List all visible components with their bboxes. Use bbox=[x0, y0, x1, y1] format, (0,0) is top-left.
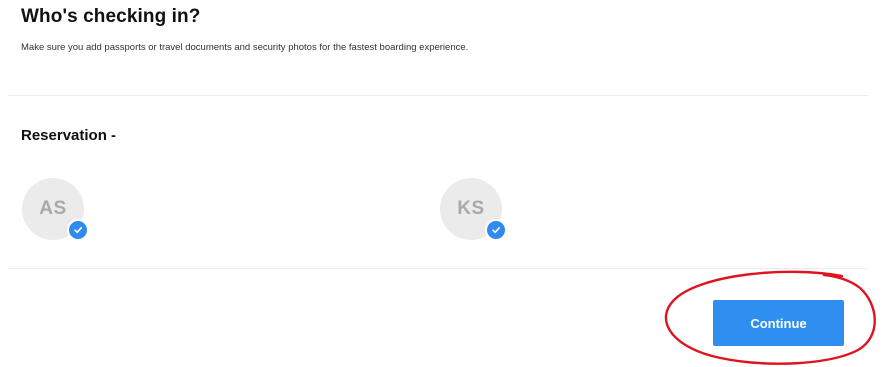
passenger-card-as[interactable]: AS bbox=[22, 178, 89, 241]
top-divider bbox=[8, 95, 868, 96]
continue-button[interactable]: Continue bbox=[713, 300, 844, 346]
page-subtitle: Make sure you add passports or travel do… bbox=[21, 42, 469, 53]
bottom-divider bbox=[8, 268, 868, 269]
reservation-label: Reservation - bbox=[21, 127, 117, 144]
checkmark-icon bbox=[67, 219, 89, 241]
checkmark-icon bbox=[485, 219, 507, 241]
page-title: Who's checking in? bbox=[21, 6, 201, 27]
passenger-card-ks[interactable]: KS bbox=[440, 178, 507, 241]
